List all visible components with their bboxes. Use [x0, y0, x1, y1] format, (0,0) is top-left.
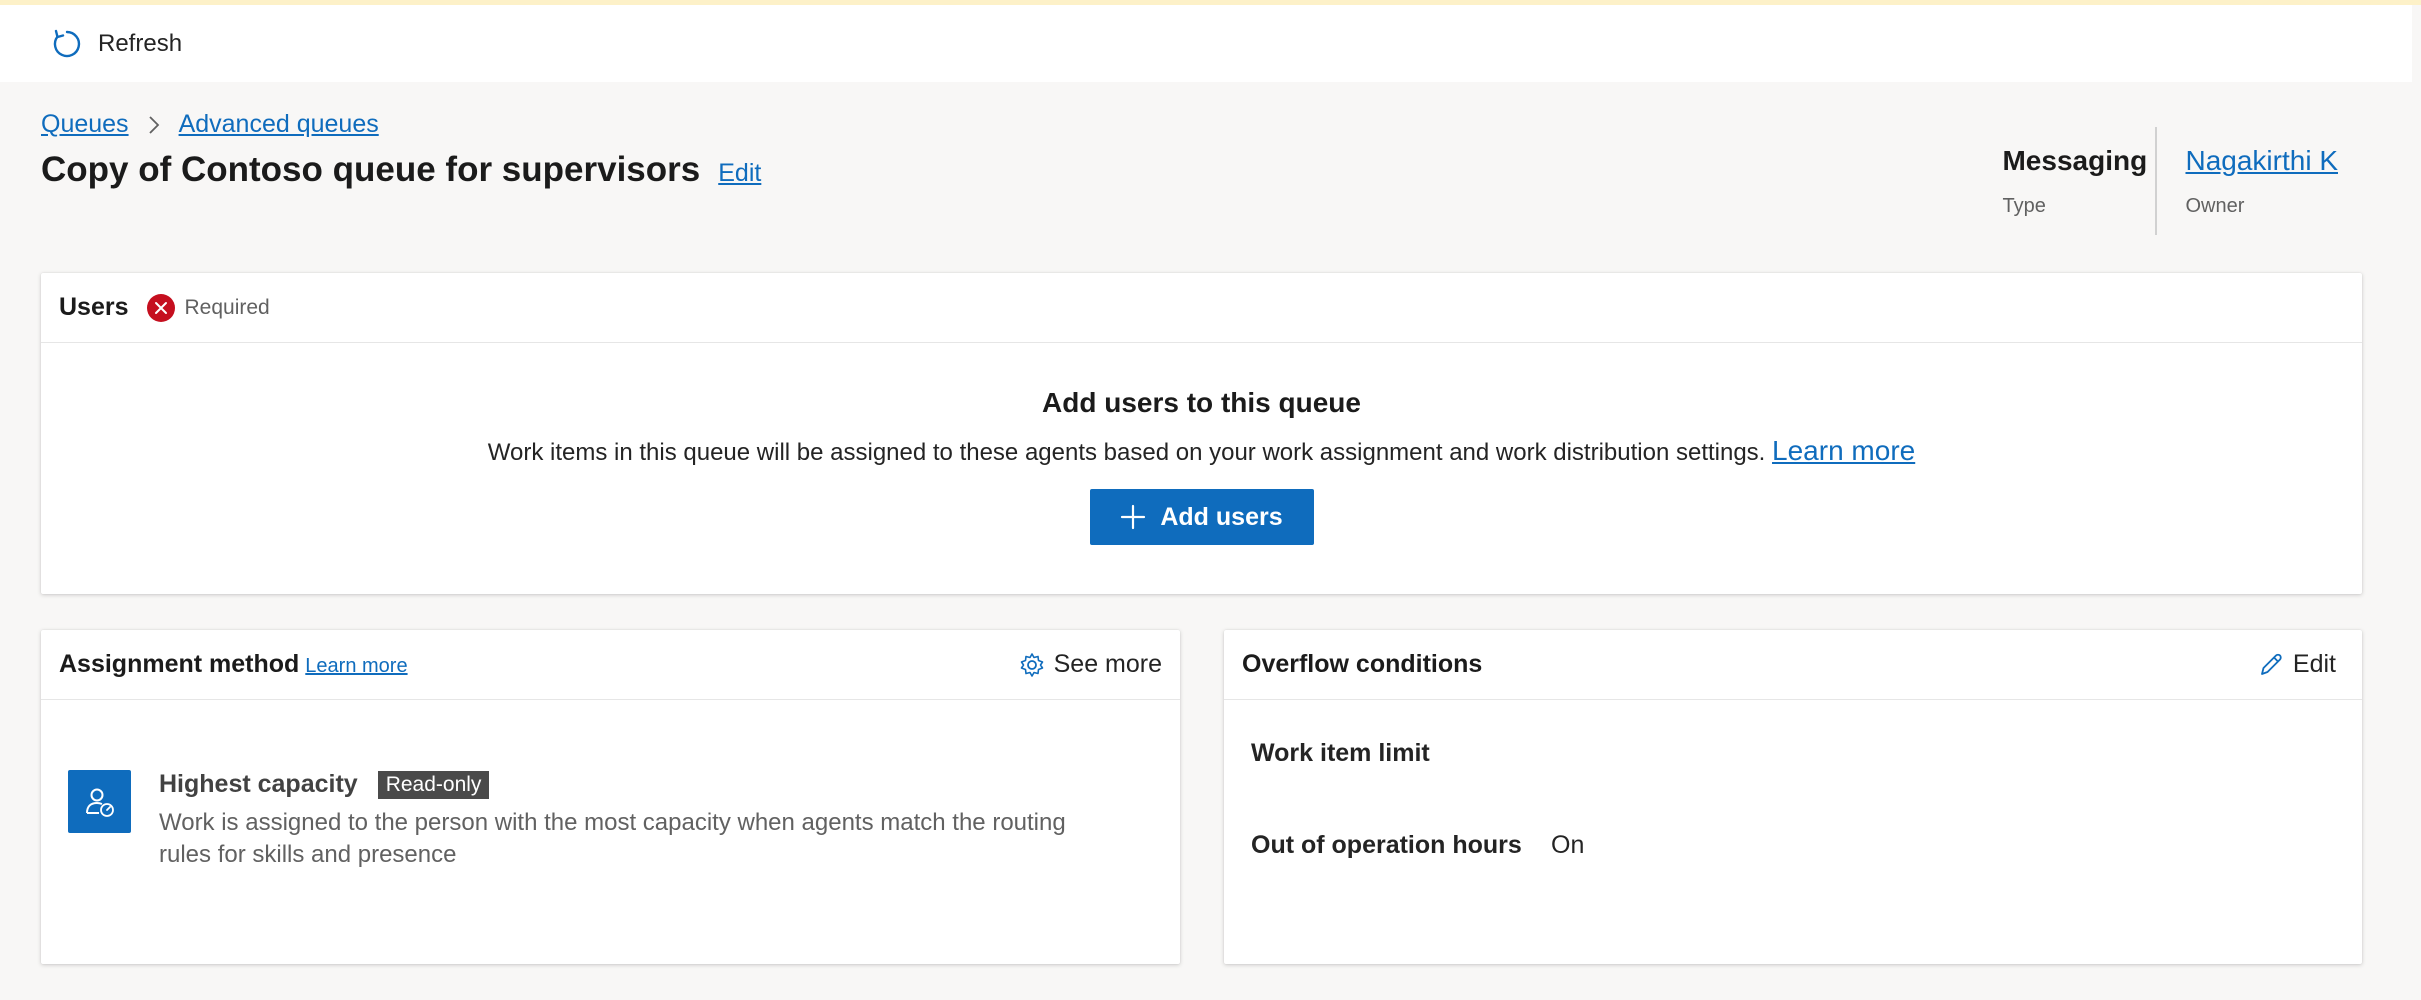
overflow-row-value: On: [1551, 831, 1585, 859]
page-title-row: Copy of Contoso queue for supervisors Ed…: [41, 150, 761, 190]
overflow-edit-label: Edit: [2292, 650, 2336, 678]
required-label: Required: [184, 295, 270, 319]
type-field: Messaging Type: [2002, 127, 2158, 235]
assignment-title-group: Assignment method Learn more: [59, 650, 408, 679]
person-capacity-icon: [68, 770, 131, 833]
breadcrumb-advanced-queues-link[interactable]: Advanced queues: [179, 110, 379, 139]
overflow-card-title: Overflow conditions: [1242, 650, 1483, 678]
overflow-row-key: Out of operation hours: [1251, 831, 1522, 859]
users-card-header: Users Required: [41, 273, 2362, 343]
assignment-card-header: Assignment method Learn more See more: [41, 630, 1180, 700]
edit-title-link[interactable]: Edit: [718, 159, 761, 188]
owner-label: Owner: [2185, 195, 2245, 217]
assignment-method-name: Highest capacity: [159, 770, 358, 798]
overflow-edit-button[interactable]: Edit: [2257, 650, 2344, 679]
add-users-button[interactable]: Add users: [1089, 489, 1314, 545]
overflow-row-out-of-operation-hours: Out of operation hours On: [1251, 807, 2362, 884]
queue-meta: Messaging Type Nagakirthi K Owner: [2002, 127, 2356, 235]
users-description-text: Work items in this queue will be assigne…: [487, 439, 1766, 466]
add-users-label: Add users: [1160, 502, 1283, 531]
gear-icon: [1020, 652, 1043, 677]
assignment-method-item: Highest capacity Read-only Work is assig…: [41, 700, 1180, 871]
assignment-learn-more-link[interactable]: Learn more: [305, 655, 407, 678]
users-empty-heading: Add users to this queue: [1042, 387, 1361, 418]
refresh-icon: [53, 29, 81, 57]
assignment-card-title: Assignment method: [59, 650, 300, 678]
chevron-right-icon: [147, 115, 161, 135]
breadcrumb-queues-link[interactable]: Queues: [41, 110, 129, 139]
command-bar: Refresh: [0, 5, 2412, 82]
breadcrumb: Queues Advanced queues: [41, 110, 379, 139]
overflow-row-work-item-limit: Work item limit: [1251, 730, 2362, 776]
error-circle-icon: [146, 293, 175, 322]
pencil-icon: [2261, 653, 2282, 675]
refresh-button[interactable]: Refresh: [50, 27, 182, 61]
add-icon: [1121, 504, 1146, 530]
type-value: Messaging: [2002, 145, 2148, 176]
overflow-conditions-card: Overflow conditions Edit Work item limit…: [1224, 630, 2362, 964]
see-more-label: See more: [1053, 650, 1162, 678]
users-learn-more-link[interactable]: Learn more: [1772, 435, 1915, 466]
overflow-conditions-list: Work item limit Out of operation hours O…: [1224, 700, 2362, 884]
overflow-row-key: Work item limit: [1251, 738, 1430, 767]
assignment-method-description: Work is assigned to the person with the …: [159, 809, 1066, 868]
users-empty-state: Add users to this queue Work items in th…: [41, 343, 2362, 545]
page-title: Copy of Contoso queue for supervisors: [41, 150, 701, 189]
type-label: Type: [2002, 195, 2046, 217]
read-only-badge: Read-only: [377, 770, 490, 799]
see-more-button[interactable]: See more: [1018, 650, 1162, 679]
users-card: Users Required Add users to this queue W…: [41, 273, 2362, 594]
assignment-method-text: Highest capacity Read-only Work is assig…: [159, 770, 1119, 871]
assignment-method-card: Assignment method Learn more See more Hi…: [41, 630, 1180, 964]
users-empty-description: Work items in this queue will be assigne…: [41, 435, 2362, 467]
required-indicator: Required: [146, 293, 270, 322]
owner-field: Nagakirthi K Owner: [2157, 127, 2356, 235]
owner-link[interactable]: Nagakirthi K: [2185, 145, 2338, 177]
overflow-card-header: Overflow conditions Edit: [1224, 630, 2362, 700]
assignment-method-title-row: Highest capacity Read-only: [159, 770, 1119, 799]
refresh-label: Refresh: [98, 29, 183, 57]
users-card-title: Users: [59, 293, 129, 321]
